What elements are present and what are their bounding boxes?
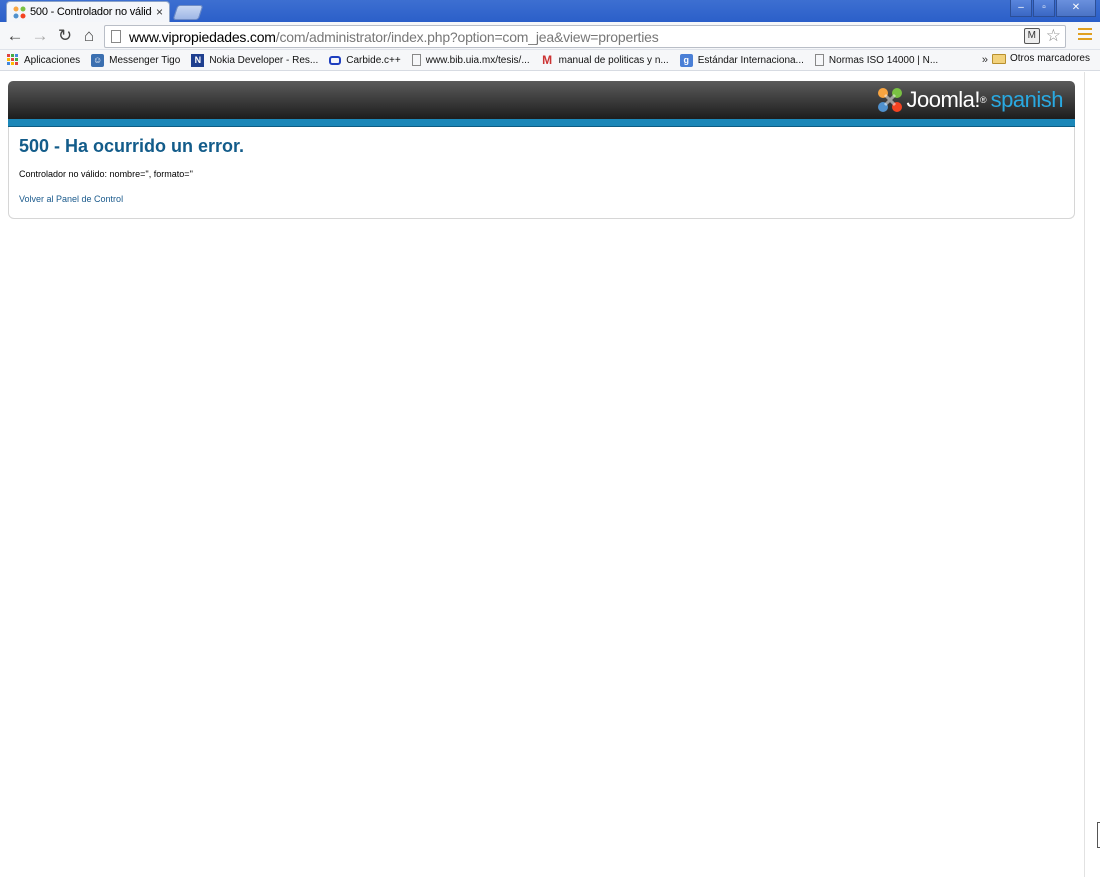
tab-title: 500 - Controlador no válido: — [30, 6, 152, 18]
joomla-logo-spanish: spanish — [990, 87, 1064, 112]
page-icon — [411, 54, 421, 66]
gmail-icon: M — [542, 52, 553, 67]
address-bar-actions: M ☆ — [1023, 27, 1061, 44]
bookmark-label: www.bib.uia.mx/tesis/... — [425, 54, 530, 66]
bookmark-star-icon[interactable]: ☆ — [1046, 27, 1061, 44]
other-bookmarks-label: Otros marcadores — [1009, 53, 1090, 64]
bookmark-item[interactable]: Carbide.c++ — [329, 54, 401, 66]
joomla-header: Joomla! ® spanish — [8, 81, 1075, 119]
url-path: /com/administrator/index.php?option=com_… — [275, 28, 659, 45]
back-arrow-icon[interactable]: ← — [5, 26, 25, 46]
joomla-logo-text: Joomla! — [906, 87, 981, 112]
nokia-icon: N — [191, 53, 205, 67]
forward-arrow-icon[interactable]: → — [30, 26, 50, 46]
error-message: Controlador no válido: nombre='', format… — [19, 169, 193, 179]
error-panel: 500 - Ha ocurrido un error. Controlador … — [8, 127, 1075, 219]
joomla-mark-icon — [877, 87, 903, 113]
address-bar[interactable]: www.vipropiedades.com/com/administrator/… — [104, 25, 1066, 48]
bookmark-label: manual de politicas y n... — [558, 54, 669, 66]
home-icon[interactable]: ⌂ — [79, 26, 99, 46]
joomla-logo: Joomla! ® spanish — [877, 87, 1064, 113]
url-domain: www.vipropiedades.com — [129, 28, 276, 45]
page-icon — [111, 30, 121, 43]
other-bookmarks-folder[interactable]: Otros marcadores — [991, 53, 1090, 64]
folder-icon — [991, 53, 1006, 64]
browser-tab[interactable]: 500 - Controlador no válido: × — [6, 1, 170, 22]
minimize-button[interactable]: – — [1010, 0, 1032, 17]
bookmark-item[interactable]: Normas ISO 14000 | N... — [814, 54, 939, 66]
joomla-logo-registered: ® — [980, 95, 987, 105]
bookmark-label: Carbide.c++ — [346, 54, 401, 66]
bookmark-label: Nokia Developer - Res... — [209, 54, 319, 66]
bookmarks-overflow-chevron[interactable]: » — [982, 54, 988, 66]
apps-grid-icon — [6, 53, 19, 67]
bookmark-label: Estándar Internaciona... — [697, 54, 804, 66]
vertical-scrollbar[interactable] — [1084, 72, 1100, 877]
new-tab-button[interactable] — [172, 5, 204, 20]
back-to-control-panel-link[interactable]: Volver al Panel de Control — [19, 194, 123, 204]
joomla-favicon-icon — [13, 6, 26, 19]
bookmark-label: Normas ISO 14000 | N... — [828, 54, 939, 66]
reload-icon[interactable]: ↻ — [55, 26, 75, 46]
chrome-menu-icon[interactable] — [1078, 27, 1092, 41]
bookmark-label: Aplicaciones — [24, 54, 81, 66]
bookmark-item[interactable]: N Nokia Developer - Res... — [191, 53, 319, 67]
bookmark-item[interactable]: g Estándar Internaciona... — [679, 53, 804, 67]
close-window-button[interactable]: ✕ — [1056, 0, 1096, 17]
restore-button[interactable]: ▫ — [1033, 0, 1055, 17]
carbide-icon — [329, 55, 342, 65]
bookmarks-bar: Aplicaciones ☺ Messenger Tigo N Nokia De… — [0, 50, 1100, 71]
page-icon — [814, 54, 824, 66]
google-icon: g — [679, 53, 693, 67]
browser-titlebar: 500 - Controlador no válido: × – ▫ ✕ — [0, 0, 1100, 22]
extension-icon[interactable]: M — [1023, 28, 1040, 44]
messenger-icon: ☺ — [91, 53, 105, 67]
bookmark-item[interactable]: Aplicaciones — [6, 53, 81, 67]
bookmark-item[interactable]: ☺ Messenger Tigo — [91, 53, 181, 67]
error-title: 500 - Ha ocurrido un error. — [19, 136, 245, 156]
bookmark-item[interactable]: www.bib.uia.mx/tesis/... — [411, 54, 530, 66]
bookmark-label: Messenger Tigo — [109, 54, 181, 66]
page-viewport: Joomla! ® spanish 500 - Ha ocurrido un er… — [0, 72, 1084, 877]
browser-toolbar: ← → ↻ ⌂ www.vipropiedades.com/com/admini… — [0, 22, 1100, 50]
tab-close-icon[interactable]: × — [156, 5, 163, 19]
bookmark-item[interactable]: M manual de politicas y n... — [541, 52, 669, 67]
window-controls: – ▫ ✕ — [1009, 0, 1096, 17]
joomla-accent-bar — [8, 119, 1075, 127]
